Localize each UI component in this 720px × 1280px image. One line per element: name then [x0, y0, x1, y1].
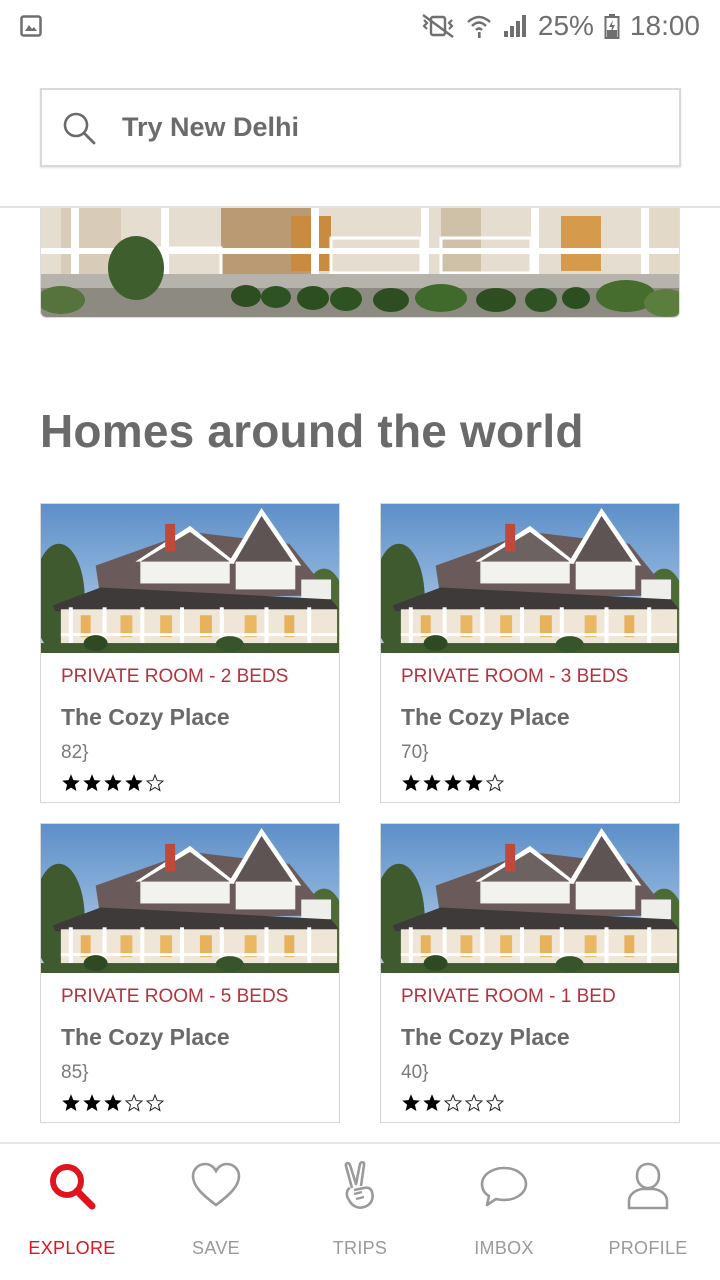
nav-label: EXPLORE	[28, 1238, 116, 1258]
star-empty-icon	[124, 1093, 144, 1113]
listing-title: The Cozy Place	[61, 1024, 230, 1050]
star-empty-icon	[485, 773, 505, 793]
star-filled-icon	[443, 773, 463, 793]
listing-type: PRIVATE ROOM - 1 BED	[401, 986, 616, 1007]
chat-bubble-icon	[480, 1166, 528, 1207]
peace-hand-icon	[344, 1160, 374, 1209]
listing-card[interactable]: PRIVATE ROOM - 5 BEDS The Cozy Place 85}	[40, 823, 340, 1123]
hero-image[interactable]	[40, 208, 680, 318]
listing-photo	[41, 504, 339, 653]
listing-type: PRIVATE ROOM - 5 BEDS	[61, 986, 289, 1007]
nav-label: TRIPS	[332, 1238, 388, 1258]
listing-photo	[41, 824, 339, 973]
battery-icon	[604, 14, 620, 39]
listing-title: The Cozy Place	[401, 704, 570, 730]
search-header	[0, 52, 720, 208]
nav-trips[interactable]: TRIPS	[288, 1144, 432, 1280]
listing-price: 70}	[401, 742, 429, 763]
gallery-notification-icon	[20, 15, 42, 37]
star-filled-icon	[103, 1093, 123, 1113]
clock: 18:00	[629, 10, 700, 41]
search-box[interactable]	[40, 88, 681, 167]
vibrate-mute-icon	[422, 14, 454, 38]
listing-price: 40}	[401, 1062, 429, 1083]
listing-card[interactable]: PRIVATE ROOM - 3 BEDS The Cozy Place 70}	[380, 503, 680, 803]
search-input[interactable]	[122, 112, 642, 143]
listing-title: The Cozy Place	[401, 1024, 570, 1050]
star-filled-icon	[401, 1093, 421, 1113]
star-filled-icon	[103, 773, 123, 793]
cell-signal-icon	[503, 15, 526, 37]
star-filled-icon	[82, 773, 102, 793]
listing-card[interactable]: PRIVATE ROOM - 2 BEDS The Cozy Place 82}	[40, 503, 340, 803]
nav-label: IMBOX	[474, 1238, 534, 1258]
nav-explore[interactable]: EXPLORE	[0, 1144, 144, 1280]
status-right: 25% 18:00	[420, 10, 700, 42]
status-left	[20, 15, 42, 37]
star-filled-icon	[124, 773, 144, 793]
nav-save[interactable]: SAVE	[144, 1144, 288, 1280]
listing-photo	[381, 504, 679, 653]
heart-icon	[191, 1162, 241, 1207]
listing-type: PRIVATE ROOM - 2 BEDS	[61, 666, 289, 687]
nav-profile[interactable]: PROFILE	[576, 1144, 720, 1280]
star-rating	[61, 773, 339, 793]
star-filled-icon	[422, 1093, 442, 1113]
star-filled-icon	[464, 773, 484, 793]
nav-label: SAVE	[192, 1238, 240, 1258]
listing-price: 85}	[61, 1062, 89, 1083]
listing-title: The Cozy Place	[61, 704, 230, 730]
star-filled-icon	[82, 1093, 102, 1113]
star-filled-icon	[422, 773, 442, 793]
person-icon	[627, 1162, 669, 1210]
hero-house-photo	[41, 208, 679, 317]
star-rating	[61, 1093, 339, 1113]
battery-percent: 25%	[537, 10, 594, 41]
nav-imbox[interactable]: IMBOX	[432, 1144, 576, 1280]
listing-price: 82}	[61, 742, 89, 763]
wifi-icon	[467, 15, 491, 38]
status-bar: 25% 18:00	[0, 0, 720, 52]
star-filled-icon	[401, 773, 421, 793]
star-rating	[401, 1093, 679, 1113]
star-filled-icon	[61, 773, 81, 793]
search-icon	[50, 1164, 96, 1210]
star-empty-icon	[145, 1093, 165, 1113]
star-empty-icon	[145, 773, 165, 793]
section-title: Homes around the world	[40, 405, 584, 457]
listing-photo	[381, 824, 679, 973]
listing-type: PRIVATE ROOM - 3 BEDS	[401, 666, 629, 687]
nav-label: PROFILE	[608, 1238, 688, 1258]
star-empty-icon	[443, 1093, 463, 1113]
star-filled-icon	[61, 1093, 81, 1113]
listing-card[interactable]: PRIVATE ROOM - 1 BED The Cozy Place 40}	[380, 823, 680, 1123]
star-empty-icon	[464, 1093, 484, 1113]
star-empty-icon	[485, 1093, 505, 1113]
bottom-nav: EXPLORE SAVE TRIPS IMBOX PROFILE	[0, 1142, 720, 1280]
search-icon	[63, 112, 96, 144]
star-rating	[401, 773, 679, 793]
